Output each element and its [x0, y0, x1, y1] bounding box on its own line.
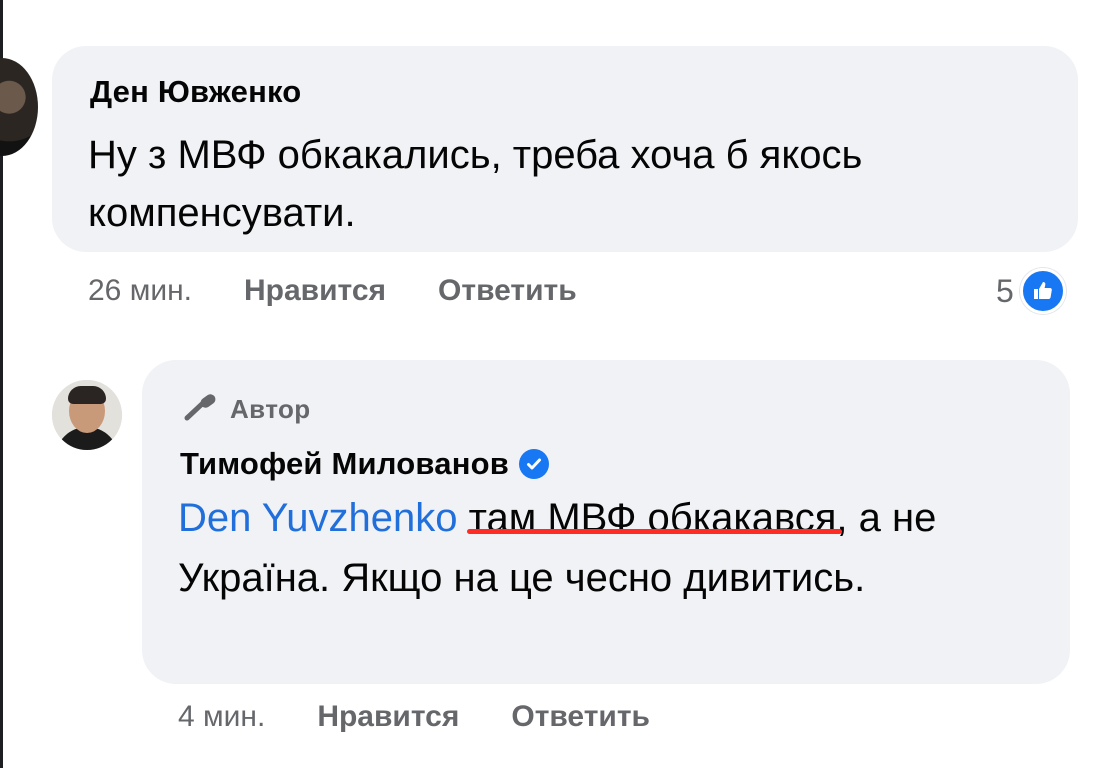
like-icon — [1019, 268, 1066, 314]
like-button[interactable]: Нравится — [317, 700, 459, 734]
comment-author-name[interactable]: Ден Ювженко — [90, 74, 301, 110]
author-badge-label: Автор — [230, 394, 311, 424]
reaction-count: 5 — [996, 272, 1014, 309]
reply-timestamp[interactable]: 4 мин. — [178, 700, 265, 734]
reaction-summary[interactable]: 5 — [996, 268, 1066, 314]
reply-text-line1-end: а — [847, 496, 881, 540]
highlighted-phrase: там МВФ обкакався, — [468, 496, 848, 540]
comment-actions: 26 мин. Нравится Ответить — [88, 274, 577, 308]
commenter-avatar[interactable] — [0, 58, 38, 156]
comment-text: Ну з МВФ обкакались, треба хоча б якось … — [88, 133, 863, 235]
reply-author-name[interactable]: Тимофей Милованов — [180, 446, 509, 482]
author-badge: Автор — [182, 392, 311, 427]
comment-timestamp[interactable]: 26 мин. — [88, 274, 192, 308]
reply-actions: 4 мин. Нравится Ответить — [178, 700, 650, 734]
reply-button[interactable]: Ответить — [511, 700, 650, 734]
verified-badge-icon — [519, 449, 550, 479]
reply-text: Den Yuvzhenko там МВФ обкакався, а не Ук… — [178, 488, 1058, 608]
mention-link[interactable]: Den Yuvzhenko — [178, 496, 457, 540]
reply-button[interactable]: Ответить — [438, 274, 577, 308]
microphone-icon — [182, 392, 220, 427]
reply-author-name-row: Тимофей Милованов — [180, 446, 550, 482]
avatar-hair — [68, 386, 106, 404]
like-button[interactable]: Нравится — [244, 274, 386, 308]
author-avatar[interactable] — [52, 380, 122, 450]
